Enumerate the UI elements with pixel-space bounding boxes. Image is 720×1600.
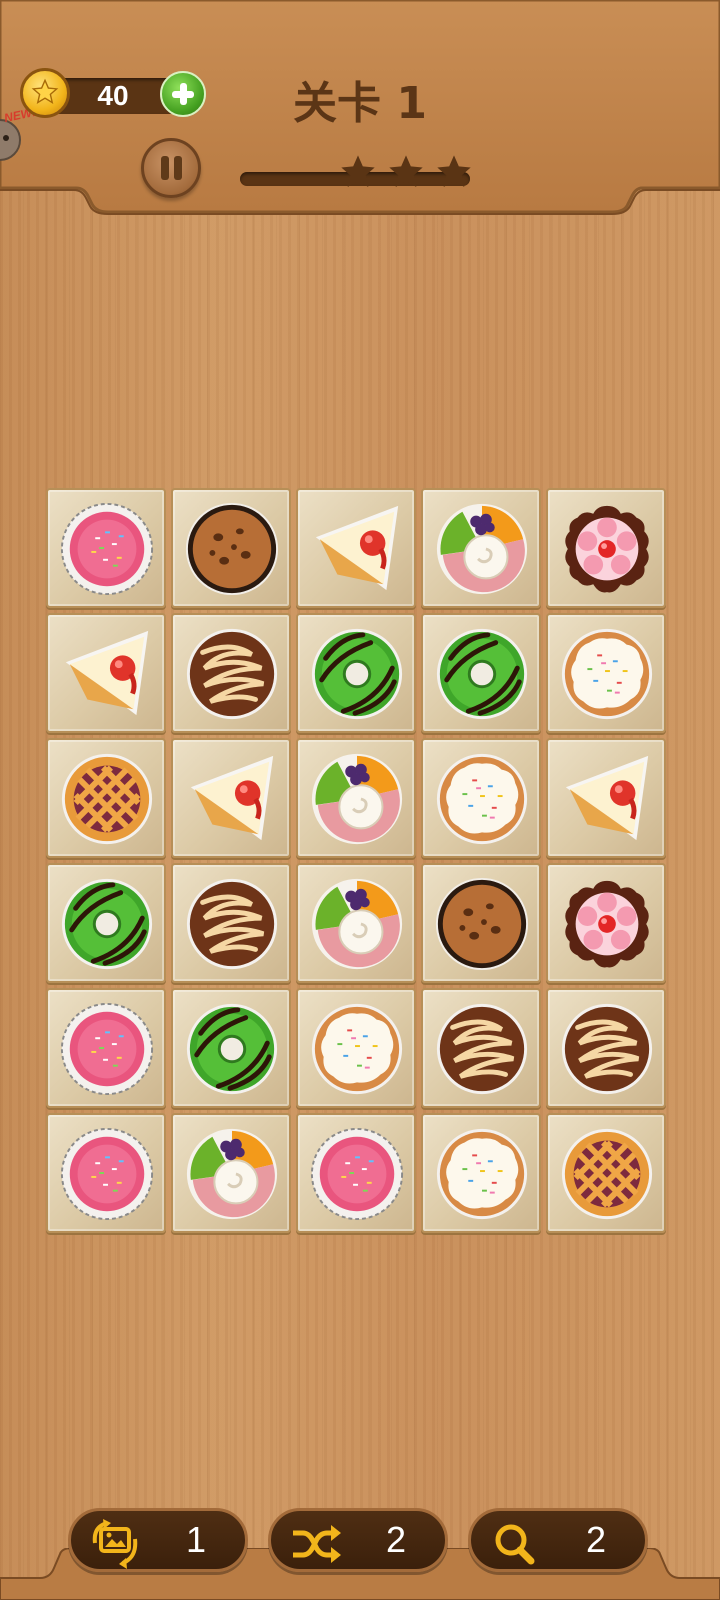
tile[interactable] [421, 1113, 541, 1233]
tile[interactable] [46, 488, 166, 608]
refresh-tool-button[interactable]: 1 [68, 1508, 248, 1572]
tile[interactable] [46, 613, 166, 733]
tile[interactable] [171, 613, 291, 733]
flower-tart-icon [565, 880, 649, 968]
tile[interactable] [296, 1113, 416, 1233]
tile[interactable] [171, 488, 291, 608]
add-coins-button[interactable] [160, 71, 206, 117]
tile[interactable] [296, 613, 416, 733]
tile[interactable] [421, 613, 541, 733]
sprinkle-cookie-icon [436, 753, 528, 845]
shuffle-icon [293, 1525, 341, 1563]
tile[interactable] [46, 738, 166, 858]
tile[interactable] [546, 738, 666, 858]
hint-count: 2 [585, 1519, 607, 1560]
pink-cupcake-icon [60, 1002, 154, 1096]
fruit-tart-icon [186, 1128, 278, 1220]
fruit-tart-icon [311, 878, 403, 970]
green-donut-icon [61, 878, 153, 970]
star-icon [434, 152, 474, 196]
tile[interactable] [171, 863, 291, 983]
shuffle-count: 2 [385, 1519, 407, 1560]
cheesecake-slice-icon [65, 630, 149, 716]
shuffle-tool-button[interactable]: 2 [268, 1508, 448, 1572]
chocolate-chip-cookie-icon [185, 502, 279, 596]
magnifier-icon [495, 1524, 535, 1565]
hint-tool-button[interactable]: 2 [468, 1508, 648, 1572]
pink-cupcake-icon [310, 1127, 404, 1221]
green-donut-icon [436, 628, 528, 720]
tile[interactable] [46, 1113, 166, 1233]
refresh-count: 1 [185, 1519, 207, 1560]
pink-cupcake-icon [60, 1127, 154, 1221]
tile[interactable] [546, 613, 666, 733]
cheesecake-slice-icon [190, 755, 274, 841]
tile[interactable] [421, 738, 541, 858]
tile[interactable] [171, 988, 291, 1108]
top-bar: NEW! 40 关卡 1 [0, 0, 720, 215]
caramel-drizzle-cake-icon [186, 878, 278, 970]
tile[interactable] [421, 988, 541, 1108]
star-icon [338, 152, 378, 196]
green-donut-icon [311, 628, 403, 720]
tile[interactable] [46, 988, 166, 1108]
flower-tart-icon [565, 505, 649, 593]
tile[interactable] [421, 863, 541, 983]
image-refresh-icon [92, 1519, 138, 1569]
progress-stars [338, 152, 478, 202]
tile[interactable] [421, 488, 541, 608]
tile[interactable] [546, 988, 666, 1108]
cheesecake-slice-icon [565, 755, 649, 841]
green-donut-icon [186, 1003, 278, 1095]
tile[interactable] [296, 738, 416, 858]
tile[interactable] [296, 988, 416, 1108]
pink-cupcake-icon [60, 502, 154, 596]
star-icon [386, 152, 426, 196]
tile[interactable] [171, 1113, 291, 1233]
pause-button[interactable] [141, 138, 201, 198]
tile[interactable] [296, 863, 416, 983]
tile-board [46, 488, 676, 1238]
tile[interactable] [546, 488, 666, 608]
caramel-drizzle-cake-icon [186, 628, 278, 720]
chocolate-chip-cookie-icon [435, 877, 529, 971]
caramel-drizzle-cake-icon [561, 1003, 653, 1095]
fruit-tart-icon [436, 503, 528, 595]
star-coin-icon [20, 68, 70, 118]
tile[interactable] [171, 738, 291, 858]
cheesecake-slice-icon [315, 505, 399, 591]
fruit-tart-icon [311, 753, 403, 845]
sprinkle-cookie-icon [561, 628, 653, 720]
level-title: 关卡 1 [293, 78, 427, 129]
lattice-pie-icon [61, 753, 153, 845]
tile[interactable] [46, 863, 166, 983]
sprinkle-cookie-icon [436, 1128, 528, 1220]
tile[interactable] [546, 863, 666, 983]
tile[interactable] [546, 1113, 666, 1233]
sprinkle-cookie-icon [311, 1003, 403, 1095]
lattice-pie-icon [561, 1128, 653, 1220]
tile[interactable] [296, 488, 416, 608]
caramel-drizzle-cake-icon [436, 1003, 528, 1095]
coin-count: 40 [97, 80, 129, 111]
